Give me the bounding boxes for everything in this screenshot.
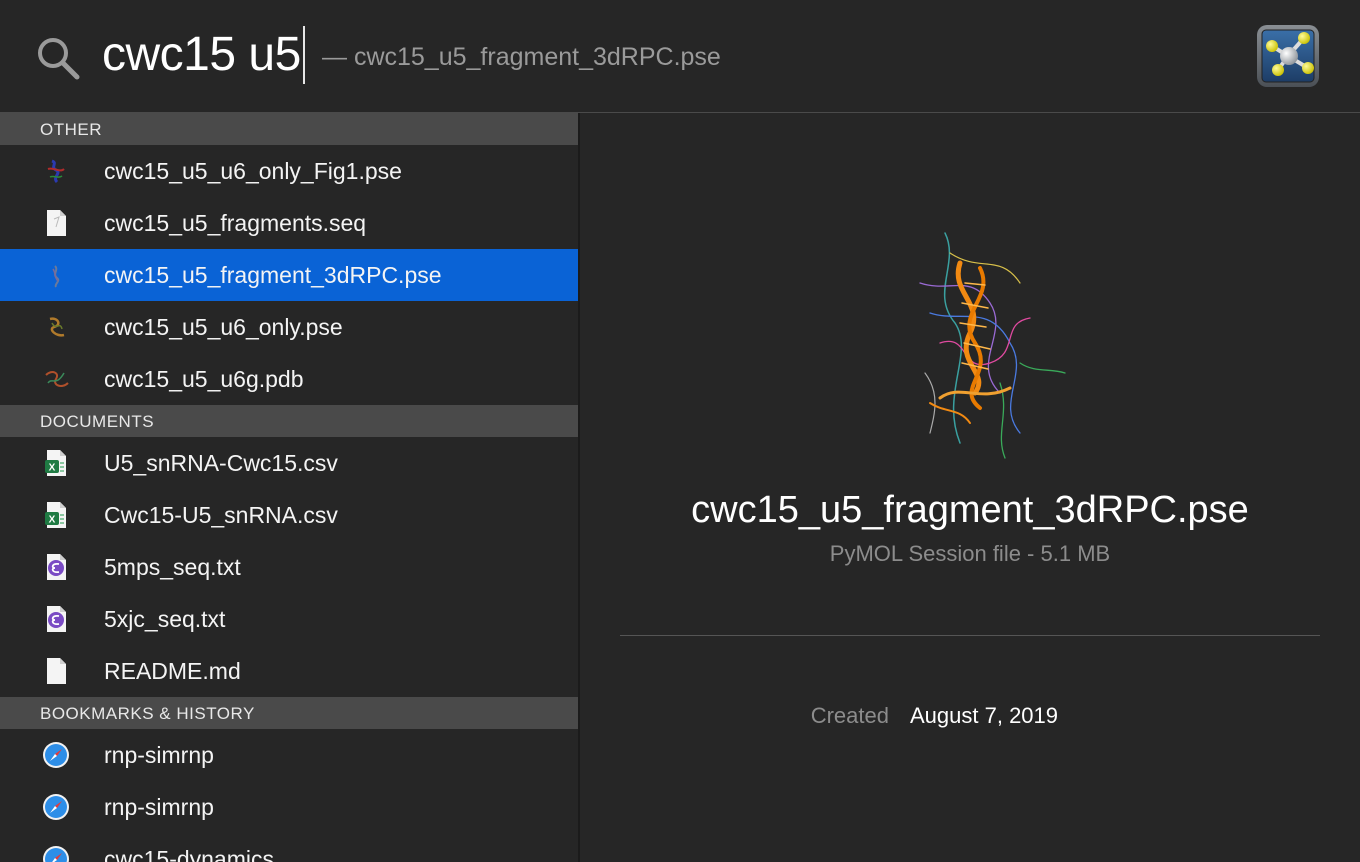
result-row[interactable]: 5xjc_seq.txt <box>0 593 578 645</box>
result-label: rnp-simrnp <box>104 742 214 768</box>
molecule-thumbnail-icon <box>47 159 65 184</box>
result-label: README.md <box>104 658 241 684</box>
search-bar: cwc15 u5 — cwc15_u5_fragment_3dRPC.pse <box>0 0 1360 113</box>
result-row[interactable]: rnp-simrnp <box>0 781 578 833</box>
molecule-thumbnail-icon <box>52 265 60 288</box>
result-row[interactable]: 5mps_seq.txt <box>0 541 578 593</box>
result-row-selected[interactable]: cwc15_u5_fragment_3dRPC.pse <box>0 249 578 301</box>
molecule-thumbnail-icon <box>45 371 69 387</box>
search-input[interactable]: cwc15 u5 <box>102 24 305 86</box>
result-label: cwc15_u5_u6g.pdb <box>104 366 304 392</box>
search-completion-hint: — cwc15_u5_fragment_3dRPC.pse <box>322 43 721 71</box>
result-row[interactable]: cwc15_u5_u6g.pdb <box>0 353 578 405</box>
safari-icon <box>43 742 69 768</box>
svg-text:X: X <box>49 515 56 526</box>
preview-title: cwc15_u5_fragment_3dRPC.pse <box>691 489 1249 531</box>
molecule-thumbnail-icon <box>49 317 65 337</box>
safari-icon <box>43 846 69 862</box>
result-label: U5_snRNA-Cwc15.csv <box>104 450 338 476</box>
created-label: Created <box>810 703 889 728</box>
results-list[interactable]: OTHER cwc15_u5_u6_only_Fig1.pse cwc15_u5… <box>0 113 578 862</box>
result-row[interactable]: cwc15-dynamics <box>0 833 578 862</box>
result-label: Cwc15-U5_snRNA.csv <box>104 502 338 528</box>
result-row[interactable]: cwc15_u5_fragments.seq <box>0 197 578 249</box>
preview-divider <box>620 635 1320 636</box>
section-header-documents: DOCUMENTS <box>0 405 578 437</box>
search-icon <box>38 38 80 80</box>
blank-document-icon <box>47 658 66 684</box>
molecule-preview-image <box>919 232 1066 459</box>
result-row[interactable]: cwc15_u5_u6_only_Fig1.pse <box>0 145 578 197</box>
result-label: 5mps_seq.txt <box>104 554 241 580</box>
section-header-other: OTHER <box>0 113 578 145</box>
result-label: 5xjc_seq.txt <box>104 606 226 632</box>
search-query-text: cwc15 u5 <box>102 28 301 81</box>
safari-icon <box>43 794 69 820</box>
result-row[interactable]: X U5_snRNA-Cwc15.csv <box>0 437 578 489</box>
text-caret <box>302 26 305 84</box>
result-row[interactable]: cwc15_u5_u6_only.pse <box>0 301 578 353</box>
result-row[interactable]: rnp-simrnp <box>0 729 578 781</box>
emacs-file-icon <box>47 606 66 632</box>
created-value: August 7, 2019 <box>910 703 1059 728</box>
preview-subtitle: PyMOL Session file - 5.1 MB <box>829 541 1111 566</box>
result-row[interactable]: README.md <box>0 645 578 697</box>
preview-pane: cwc15_u5_fragment_3dRPC.pse PyMOL Sessio… <box>580 113 1360 862</box>
result-label: cwc15-dynamics <box>104 846 274 862</box>
section-header-bookmarks-history: BOOKMARKS & HISTORY <box>0 697 578 729</box>
document-icon <box>47 210 66 236</box>
result-row[interactable]: X Cwc15-U5_snRNA.csv <box>0 489 578 541</box>
excel-file-icon: X <box>45 502 66 528</box>
emacs-file-icon <box>47 554 66 580</box>
result-label: cwc15_u5_u6_only.pse <box>104 314 343 340</box>
result-label: cwc15_u5_u6_only_Fig1.pse <box>104 158 402 184</box>
pymol-app-icon <box>1257 25 1319 87</box>
excel-file-icon: X <box>45 450 66 476</box>
svg-text:X: X <box>49 463 56 474</box>
result-label: cwc15_u5_fragments.seq <box>104 210 367 236</box>
result-label: rnp-simrnp <box>104 794 214 820</box>
result-label: cwc15_u5_fragment_3dRPC.pse <box>104 262 442 288</box>
